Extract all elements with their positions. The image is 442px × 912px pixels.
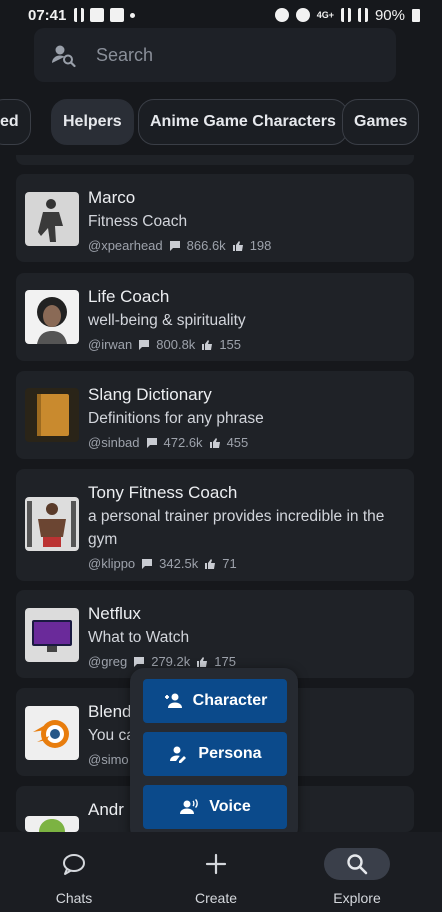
bot-card[interactable]: Netflux What to Watch @greg 279.2k 175 (16, 590, 414, 678)
bot-author: @irwan (88, 337, 133, 352)
chat-count: 342.5k (159, 556, 199, 571)
create-menu: Character Persona Voice (130, 668, 298, 842)
avatar (25, 816, 79, 832)
bottom-navigation: Chats Create Explore (0, 832, 442, 912)
category-chip[interactable]: ed (0, 99, 31, 145)
search-user-icon (52, 45, 76, 68)
nav-chats[interactable]: Chats (14, 832, 134, 912)
persona-label: Persona (198, 745, 262, 762)
chat-count: 279.2k (151, 654, 191, 669)
battery-level: 90% (374, 6, 405, 24)
bot-description: well-being & spirituality (88, 312, 246, 329)
voice-label: Voice (209, 798, 251, 815)
bot-name: Andr (88, 800, 124, 819)
card-partial (16, 155, 414, 165)
avatar (25, 497, 79, 551)
avatar (25, 388, 79, 442)
chat-count-icon (169, 240, 180, 251)
like-count: 71 (222, 556, 237, 571)
bot-author: @sinbad (88, 435, 140, 450)
nav-create[interactable]: Create (156, 832, 276, 912)
bot-name: Blend (88, 702, 132, 721)
chat-count-icon (134, 656, 145, 667)
bot-name: Tony Fitness Coach (88, 483, 238, 502)
avatar (25, 192, 79, 246)
alarm-icon (274, 8, 289, 22)
bot-author: @klippo (88, 556, 136, 571)
bot-name: Marco (88, 188, 136, 207)
create-persona-button[interactable]: Persona (143, 732, 287, 776)
status-bar: 07:41 4G+ 90% (0, 0, 442, 30)
chat-count-icon (146, 437, 157, 448)
network-type: 4G+ (316, 10, 334, 20)
bot-meta: @sinbad 472.6k 455 (88, 435, 248, 450)
nav-explore-label: Explore (333, 890, 381, 906)
add-person-icon (164, 693, 182, 708)
signal-icon (340, 8, 351, 22)
like-count: 198 (249, 238, 272, 253)
thumbs-up-icon (232, 240, 243, 251)
battery-icon (412, 8, 420, 22)
gallery-icon (90, 8, 105, 22)
checkbox-icon (110, 8, 125, 22)
chat-bubble-icon (63, 854, 85, 875)
bot-card[interactable]: Marco Fitness Coach @xpearhead 866.6k 19… (16, 174, 414, 262)
like-count: 155 (219, 337, 242, 352)
category-chip-anime-game-characters[interactable]: Anime Game Characters (138, 99, 348, 145)
hotspot-icon (295, 8, 310, 22)
thumbs-up-icon (202, 339, 213, 350)
plus-icon (205, 853, 227, 875)
create-voice-button[interactable]: Voice (143, 785, 287, 829)
avatar (25, 608, 79, 662)
chat-count-icon (139, 339, 150, 350)
person-edit-icon (170, 746, 187, 763)
bot-meta: @klippo 342.5k 71 (88, 556, 237, 571)
bot-card[interactable]: Tony Fitness Coach a personal trainer pr… (16, 469, 414, 581)
bot-description: Definitions for any phrase (88, 410, 264, 427)
nav-chats-label: Chats (55, 890, 93, 906)
thumbs-up-icon (209, 437, 220, 448)
bot-meta: @greg 279.2k 175 (88, 654, 236, 669)
nav-create-label: Create (194, 890, 238, 906)
stats-icon (74, 8, 85, 22)
bot-author: @xpearhead (88, 238, 163, 253)
create-character-button[interactable]: Character (143, 679, 287, 723)
bot-name: Life Coach (88, 287, 170, 306)
signal-icon-2 (357, 8, 368, 22)
status-time: 07:41 (28, 6, 67, 24)
nav-explore[interactable]: Explore (297, 832, 417, 912)
search-bar[interactable] (34, 28, 396, 82)
category-chip-helpers[interactable]: Helpers (51, 99, 134, 145)
like-count: 455 (226, 435, 249, 450)
category-chips: ed Helpers Anime Game Characters Games (0, 99, 442, 145)
search-icon (347, 854, 368, 875)
chat-count: 866.6k (186, 238, 226, 253)
bot-card[interactable]: Slang Dictionary Definitions for any phr… (16, 371, 414, 459)
like-count: 175 (214, 654, 236, 669)
bot-meta: @irwan 800.8k 155 (88, 337, 241, 352)
bot-name: Slang Dictionary (88, 385, 212, 404)
chat-count: 472.6k (163, 435, 203, 450)
search-input[interactable] (96, 44, 356, 66)
bot-description: What to Watch (88, 629, 190, 646)
bot-meta: @simo (88, 752, 129, 767)
bot-description: Fitness Coach (88, 213, 188, 230)
bot-author: @simo (88, 752, 129, 767)
character-label: Character (192, 692, 268, 709)
avatar (25, 706, 79, 760)
avatar (25, 290, 79, 344)
bot-meta: @xpearhead 866.6k 198 (88, 238, 271, 253)
bot-author: @greg (88, 654, 128, 669)
bot-name: Netflux (88, 604, 141, 623)
bot-description: a personal trainer provides incredible i… (88, 508, 385, 548)
category-chip-games[interactable]: Games (342, 99, 420, 145)
record-voice-icon (180, 798, 199, 814)
thumbs-up-icon (197, 656, 208, 667)
chat-count: 800.8k (156, 337, 196, 352)
chat-count-icon (142, 558, 153, 569)
thumbs-up-icon (205, 558, 216, 569)
bot-card[interactable]: Life Coach well-being & spirituality @ir… (16, 273, 414, 361)
notification-dot-icon (130, 12, 136, 18)
